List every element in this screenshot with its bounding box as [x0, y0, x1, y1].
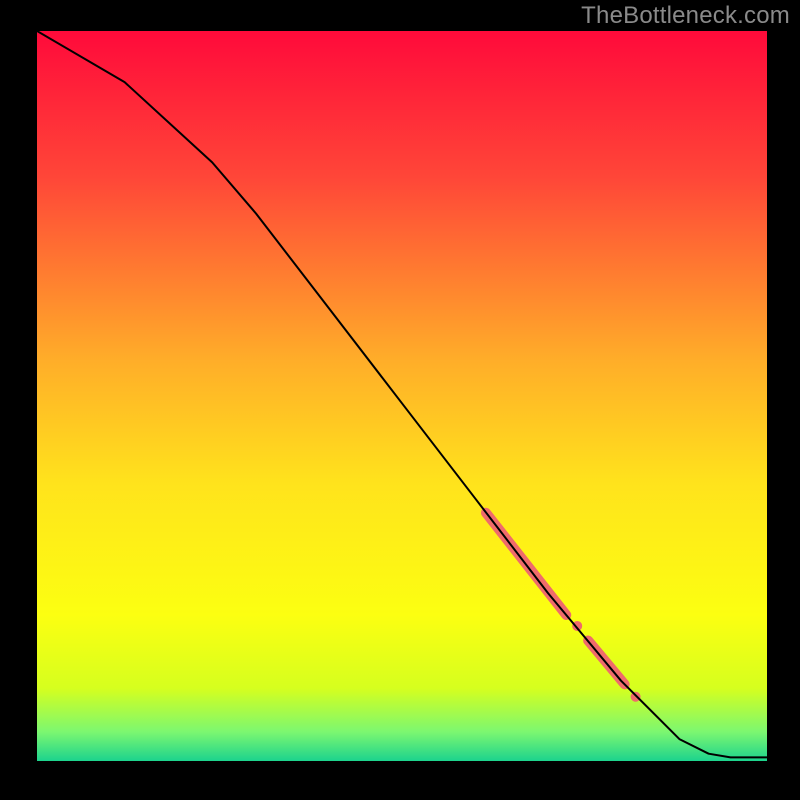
- plot-area: [37, 31, 767, 761]
- highlight-dot: [631, 692, 641, 702]
- gradient-background: [37, 31, 767, 761]
- chart-frame: TheBottleneck.com: [0, 0, 800, 800]
- chart-svg: [37, 31, 767, 761]
- watermark-text: TheBottleneck.com: [581, 2, 790, 30]
